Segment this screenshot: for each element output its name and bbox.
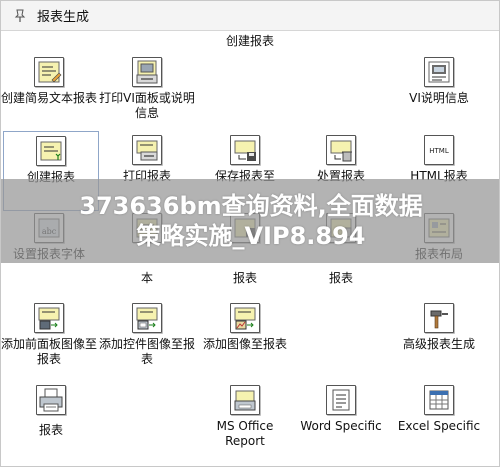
palette-grid: 创建简易文本报表 打印VI面板或说明信息 VI说明信息 创建报表 打印报表 保存… [1, 1, 499, 466]
palette-item-label: 创建简易文本报表 [1, 91, 98, 105]
vi-documentation-icon [424, 57, 454, 87]
palette-item-vi-doc-info[interactable]: VI说明信息 [391, 53, 487, 133]
palette-item-excel-specific[interactable]: Excel Specific [391, 381, 487, 461]
append-text-icon [132, 213, 162, 243]
easy-text-report-icon [34, 57, 64, 87]
palette-item-append-control-image[interactable]: 添加控件图像至报表 [99, 299, 195, 379]
palette-item-label: 高级报表生成 [402, 337, 475, 351]
palette-item-label: 保存报表至 [214, 169, 275, 183]
panel-image-icon [34, 303, 64, 333]
excel-grid-icon [424, 385, 454, 415]
palette-item-save-report[interactable]: 保存报表至 [197, 131, 293, 211]
print-report-icon [132, 135, 162, 165]
palette-item-ms-office-report[interactable]: MS Office Report [197, 381, 293, 461]
palette-item-label: 创建报表 [26, 170, 75, 184]
palette-item-append-image[interactable]: 添加图像至报表 [197, 299, 293, 379]
palette-item-label: 添加前面板图像至报表 [1, 337, 98, 366]
palette-item-report-layout[interactable]: 报表布局 [391, 209, 487, 289]
palette-item-label: 处置报表 [316, 169, 365, 183]
save-report-icon [230, 135, 260, 165]
palette-item-label: 添加图像至报表 [202, 337, 287, 351]
palette-item-print-vi-panel[interactable]: 打印VI面板或说明信息 [99, 53, 195, 133]
palette-item-label: Excel Specific [397, 419, 481, 433]
print-panel-icon [132, 57, 162, 87]
ms-office-icon [230, 385, 260, 415]
report-generation-palette-window: 报表生成 创建报表 创建简易文本报表 打印VI面板或说明信息 VI说明信息 创建… [0, 0, 500, 467]
palette-item-label: 设置报表字体 [12, 247, 85, 261]
palette-item-create-easy-report[interactable]: 创建简易文本报表 [1, 53, 97, 133]
image-icon [230, 303, 260, 333]
palette-item-html-report[interactable]: HTML HTML报表 [391, 131, 487, 211]
palette-item-label: VI说明信息 [409, 91, 469, 105]
palette-item-label: 报表 [328, 271, 353, 285]
palette-item-label: 打印报表 [122, 169, 171, 183]
control-image-icon [132, 303, 162, 333]
html-icon: HTML [424, 135, 454, 165]
palette-item-append-text[interactable]: 本 [99, 209, 195, 289]
palette-item-set-report-font[interactable]: abc 设置报表字体 [1, 209, 97, 289]
save-report-file-icon [230, 213, 260, 243]
svg-text:HTML: HTML [429, 147, 449, 155]
printer-icon [36, 385, 66, 415]
palette-item-label: 报表 [38, 423, 63, 437]
palette-item-save-report-2[interactable]: 报表 [197, 209, 293, 289]
palette-item-label: 报表 [232, 271, 257, 285]
palette-item-word-specific[interactable]: Word Specific [293, 381, 389, 461]
report-layout-icon [424, 213, 454, 243]
palette-item-label: MS Office Report [216, 419, 274, 448]
palette-item-print-report[interactable]: 打印报表 [99, 131, 195, 211]
word-document-icon [326, 385, 356, 415]
palette-item-label: Word Specific [300, 419, 382, 433]
palette-item-label: 打印VI面板或说明信息 [99, 91, 195, 120]
create-report-icon [36, 136, 66, 166]
palette-item-dispose-report[interactable]: 处置报表 [293, 131, 389, 211]
dispose-report-icon [326, 135, 356, 165]
palette-item-report[interactable]: 报表 [3, 381, 99, 461]
palette-item-label: HTML报表 [410, 169, 468, 183]
palette-item-append-panel-image[interactable]: 添加前面板图像至报表 [1, 299, 97, 379]
palette-item-label: 添加控件图像至报表 [99, 337, 196, 366]
palette-item-advanced-report[interactable]: 高级报表生成 [391, 299, 487, 379]
palette-item-label: 报表布局 [414, 247, 463, 261]
svg-text:abc: abc [42, 227, 57, 236]
palette-item-dispose-report-2[interactable]: 报表 [293, 209, 389, 289]
report-font-icon: abc [34, 213, 64, 243]
palette-item-label: 本 [140, 271, 153, 285]
dispose-report-file-icon [326, 213, 356, 243]
palette-item-create-report[interactable]: 创建报表 [3, 131, 99, 211]
hammer-icon [424, 303, 454, 333]
